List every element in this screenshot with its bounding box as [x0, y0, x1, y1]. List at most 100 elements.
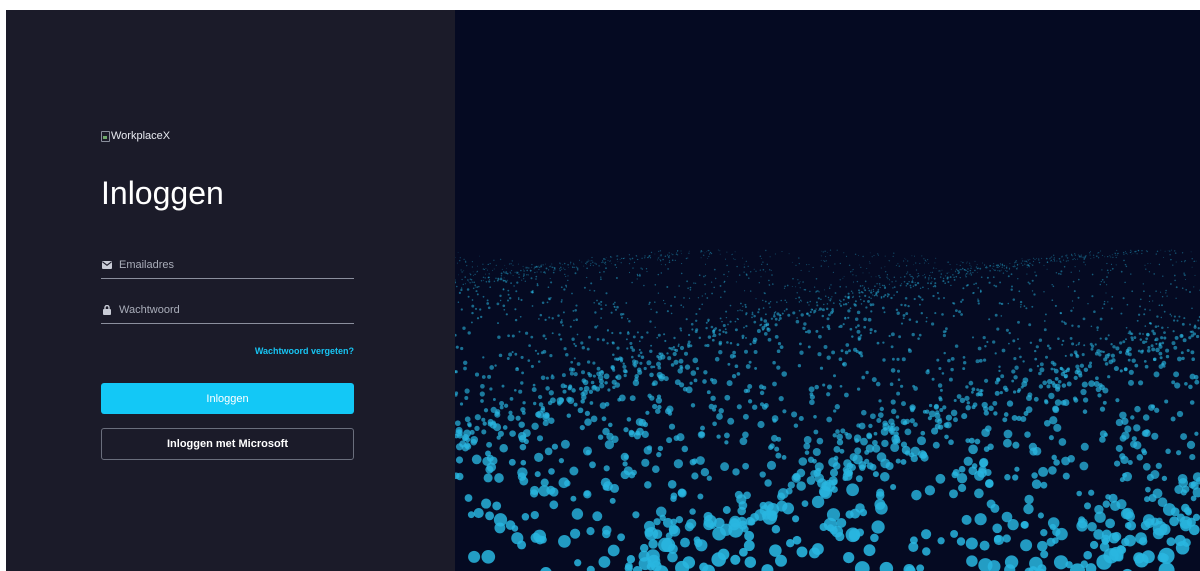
- particle-dot: [678, 358, 684, 364]
- particle-dot: [1123, 367, 1128, 371]
- particle-dot: [1052, 537, 1059, 544]
- particle-dot: [1170, 507, 1180, 517]
- particle-dot: [1126, 520, 1137, 531]
- particle-dot: [703, 370, 708, 375]
- particle-dot: [579, 386, 583, 391]
- particle-dot: [586, 565, 595, 571]
- particle-dot: [603, 271, 605, 273]
- lock-icon: [101, 305, 112, 315]
- particle-dot: [830, 284, 832, 286]
- particle-dot: [881, 306, 885, 310]
- particle-dot: [1069, 353, 1073, 357]
- particle-dot: [968, 437, 975, 444]
- particle-dot: [1014, 266, 1016, 268]
- particle-dot: [1063, 373, 1069, 379]
- particle-dot: [1023, 305, 1026, 307]
- forgot-password-link[interactable]: Wachtwoord vergeten?: [255, 346, 354, 356]
- particle-dot: [1050, 367, 1054, 371]
- particle-dot: [1185, 288, 1188, 291]
- particle-dot: [1066, 381, 1072, 387]
- particle-dot: [928, 279, 930, 281]
- particle-dot: [1097, 255, 1099, 257]
- particle-dot: [583, 490, 592, 499]
- particle-dot: [558, 333, 561, 336]
- particle-dot: [958, 310, 962, 314]
- particle-dot: [985, 265, 988, 268]
- particle-dot: [719, 284, 722, 287]
- particle-dot: [1077, 343, 1080, 346]
- particle-dot: [752, 337, 758, 342]
- particle-dot: [864, 289, 867, 292]
- particle-dot: [745, 516, 755, 526]
- particle-dot: [900, 276, 902, 278]
- login-button[interactable]: Inloggen: [101, 383, 354, 414]
- particle-dot: [456, 285, 458, 288]
- microsoft-login-button[interactable]: Inloggen met Microsoft: [101, 428, 354, 460]
- particle-dot: [1054, 260, 1056, 262]
- particle-dot: [1129, 332, 1132, 335]
- particle-dot: [607, 260, 609, 262]
- particle-dot: [704, 275, 707, 277]
- particle-dot: [742, 431, 749, 439]
- particle-dot: [1082, 409, 1088, 414]
- particle-dot: [544, 447, 553, 456]
- particle-dot: [571, 388, 576, 393]
- particle-dot: [934, 412, 941, 419]
- particle-dot: [542, 334, 546, 338]
- particle-dot: [1156, 250, 1159, 253]
- particle-dot: [481, 549, 496, 564]
- particle-dot: [1029, 262, 1031, 264]
- particle-dot: [739, 309, 741, 311]
- particle-dot: [1135, 250, 1137, 253]
- particle-dot: [1170, 259, 1172, 261]
- particle-dot: [674, 259, 676, 261]
- particle-dot: [1077, 296, 1080, 299]
- particle-dot: [710, 378, 714, 382]
- particle-dot: [907, 260, 909, 262]
- particle-dot: [499, 278, 503, 281]
- particle-dot: [654, 253, 656, 255]
- particle-dot: [743, 326, 745, 329]
- particle-dot: [1023, 411, 1029, 416]
- particle-dot: [1146, 473, 1154, 482]
- particle-dot: [888, 418, 895, 425]
- particle-dot: [1165, 348, 1170, 353]
- particle-dot: [667, 551, 678, 563]
- particle-dot: [1134, 553, 1149, 568]
- password-input[interactable]: [119, 304, 354, 316]
- particle-dot: [1074, 254, 1077, 256]
- particle-dot: [496, 302, 500, 306]
- particle-dot: [589, 264, 591, 266]
- email-input[interactable]: [119, 259, 354, 271]
- particle-dot: [649, 372, 654, 378]
- particle-dot: [764, 313, 767, 316]
- particle-dot: [722, 323, 726, 328]
- particle-dot: [1190, 495, 1197, 502]
- particle-dot: [896, 391, 901, 396]
- particle-dot: [1107, 375, 1111, 379]
- particle-dot: [1130, 253, 1132, 255]
- particle-dot: [968, 444, 978, 455]
- particle-dot: [980, 276, 983, 279]
- particle-dot: [633, 261, 636, 264]
- particle-dot: [1016, 389, 1021, 394]
- particle-dot: [628, 271, 631, 274]
- particle-dot: [683, 297, 685, 299]
- particle-dot: [583, 265, 585, 267]
- particle-dot: [817, 352, 822, 357]
- particle-dot: [829, 254, 831, 257]
- particle-dot: [977, 346, 982, 351]
- particle-dot: [1180, 489, 1187, 496]
- particle-dot: [884, 255, 886, 257]
- particle-dot: [718, 328, 722, 332]
- particle-dot: [1099, 436, 1106, 443]
- particle-dot: [602, 529, 611, 539]
- particle-dot: [1043, 320, 1046, 322]
- particle-dot: [1181, 260, 1183, 263]
- particle-dot: [997, 266, 999, 268]
- particle-dot: [654, 301, 656, 303]
- particle-dot: [1003, 264, 1006, 267]
- particle-dot: [559, 338, 563, 341]
- particle-dot: [858, 295, 861, 298]
- particle-dot: [1166, 295, 1168, 297]
